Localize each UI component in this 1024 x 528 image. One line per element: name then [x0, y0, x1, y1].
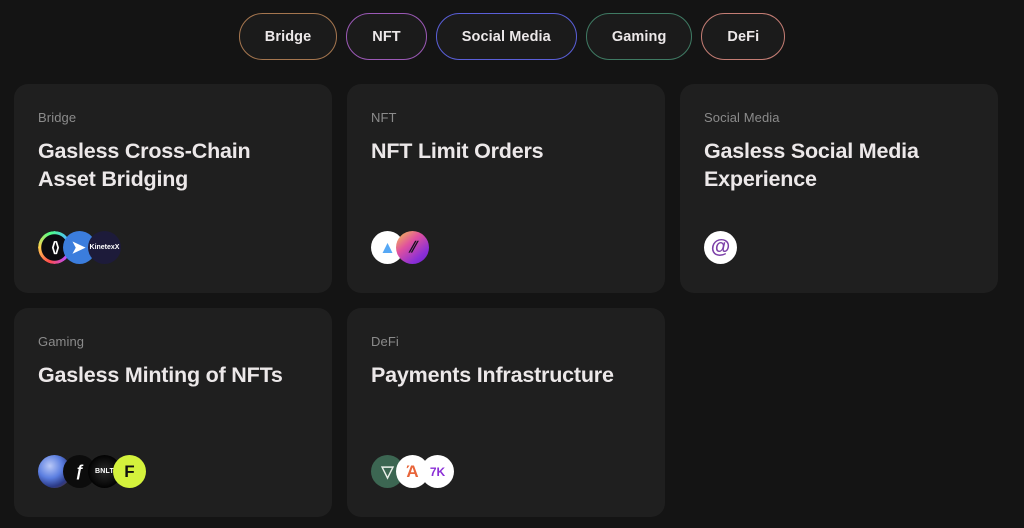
card-category-label: DeFi	[371, 334, 399, 349]
owl-logo-glyph: ▽	[381, 463, 394, 481]
card-title: Gasless Minting of NFTs	[38, 363, 283, 387]
partner-logo-row: @	[704, 231, 737, 264]
card-title: Gasless Social Media Experience	[704, 139, 919, 191]
tensor-logo: ⫽	[396, 231, 429, 264]
kinetex-logo: KinetexX	[88, 231, 121, 264]
partner-logo-row: ▲ ⫽	[371, 231, 429, 264]
category-filter-bar: Bridge NFT Social Media Gaming DeFi	[0, 13, 1024, 60]
partner-logo-row: ⟨⟩ ➤ KinetexX	[38, 231, 121, 264]
page-root: Bridge NFT Social Media Gaming DeFi Bridge Ga…	[0, 0, 1024, 528]
fuel-logo: F	[113, 455, 146, 488]
flame-logo-glyph: ƒ	[75, 462, 84, 480]
lens-logo-glyph: @	[710, 236, 731, 258]
use-case-card[interactable]: Gaming Gasless Minting of NFTs ƒ BNLT F	[14, 308, 332, 517]
filter-pill-defi[interactable]: DeFi	[701, 13, 786, 60]
bridge-logo-glyph: ➤	[71, 237, 86, 257]
filter-pill-gaming[interactable]: Gaming	[585, 13, 693, 60]
filter-pill-nft[interactable]: NFT	[346, 13, 427, 60]
card-category-label: NFT	[371, 110, 397, 125]
card-category-label: Bridge	[38, 110, 77, 125]
kinetex-logo-glyph: KinetexX	[89, 244, 120, 251]
partner-logo-row: ▽ Ά 7K	[371, 455, 454, 488]
use-case-card[interactable]: Social Media Gasless Social Media Experie…	[680, 84, 998, 293]
use-case-card[interactable]: Bridge Gasless Cross-Chain Asset Bridging…	[14, 84, 332, 293]
card-title: Payments Infrastructure	[371, 363, 614, 387]
fuel-logo-glyph: F	[124, 461, 135, 481]
card-title: NFT Limit Orders	[371, 139, 544, 163]
bundlr-logo-glyph: Ά	[406, 461, 419, 481]
card-category-label: Social Media	[704, 110, 780, 125]
partner-logo-row: ƒ BNLT F	[38, 455, 146, 488]
socket-logo-glyph: ⟨⟩	[51, 239, 60, 255]
filter-pill-social-media[interactable]: Social Media	[435, 13, 577, 60]
sevenk-logo: 7K	[421, 455, 454, 488]
blur-logo-glyph: ▲	[379, 237, 396, 257]
use-case-card[interactable]: NFT NFT Limit Orders ▲ ⫽	[347, 84, 665, 293]
lens-logo: @	[704, 231, 737, 264]
card-title: Gasless Cross-Chain Asset Bridging	[38, 139, 251, 191]
sevenk-logo-glyph: 7K	[429, 464, 446, 479]
bnlt-logo-glyph: BNLT	[95, 468, 114, 475]
tensor-logo-glyph: ⫽	[409, 239, 416, 256]
filter-pill-bridge[interactable]: Bridge	[238, 13, 338, 60]
use-case-card[interactable]: DeFi Payments Infrastructure ▽ Ά 7K	[347, 308, 665, 517]
use-case-card-grid: Bridge Gasless Cross-Chain Asset Bridging…	[14, 84, 1010, 517]
card-category-label: Gaming	[38, 334, 85, 349]
